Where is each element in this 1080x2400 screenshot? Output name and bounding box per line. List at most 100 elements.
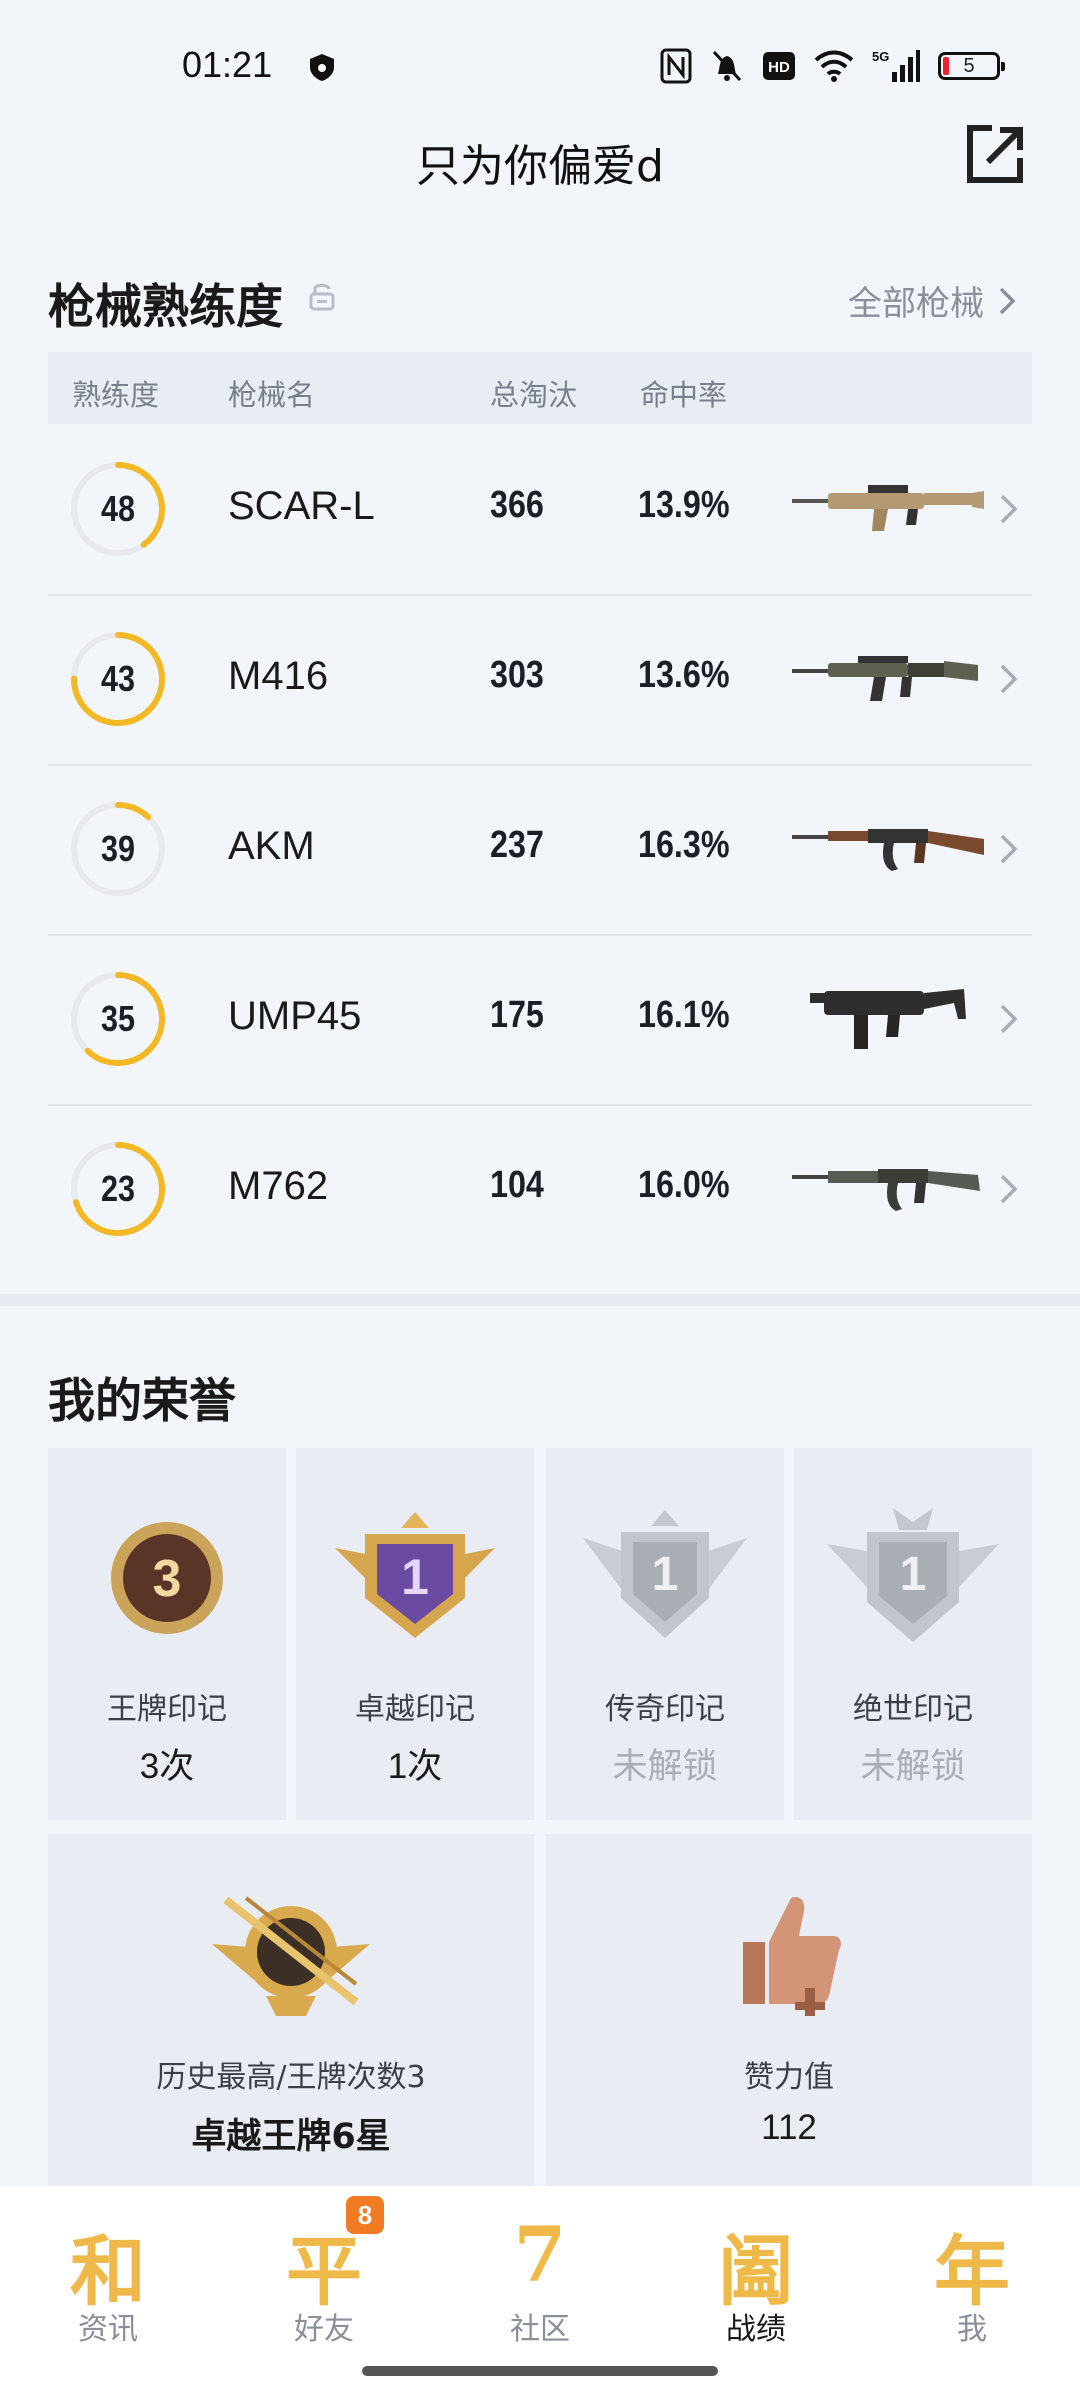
hd-icon: HD xyxy=(763,52,795,80)
honor-card-legend[interactable]: 1 传奇印记 未解锁 xyxy=(546,1448,784,1820)
tab-label: 好友 xyxy=(294,2312,354,2347)
lock-icon[interactable] xyxy=(308,280,336,312)
likes-value: 112 xyxy=(761,2108,817,2147)
share-icon[interactable] xyxy=(962,122,1028,188)
proficiency-ring: 43 xyxy=(70,631,166,727)
honor-label: 卓越印记 xyxy=(355,1692,475,1727)
scar-l-rifle-icon xyxy=(792,485,984,531)
legend-mark-icon: 1 xyxy=(583,1510,747,1638)
highest-rank-value: 卓越王牌6星 xyxy=(191,2117,391,2157)
highest-rank-icon xyxy=(212,1896,370,2016)
weapon-hit-rate: 16.0% xyxy=(638,1164,730,1206)
weapon-name: AKM xyxy=(228,824,315,868)
weapon-hit-rate: 13.9% xyxy=(638,484,730,526)
weapon-kills: 303 xyxy=(490,654,544,696)
wifi-icon xyxy=(814,50,854,82)
weapon-name: UMP45 xyxy=(228,994,362,1038)
weapon-row[interactable]: 43 M416 303 13.6% xyxy=(48,594,1032,766)
proficiency-level: 48 xyxy=(100,488,136,529)
col-hit-rate: 命中率 xyxy=(640,378,728,412)
section-divider xyxy=(0,1294,1080,1306)
proficiency-ring: 48 xyxy=(70,461,166,557)
tab-label: 社区 xyxy=(510,2312,570,2347)
mute-icon xyxy=(712,50,742,82)
honor-label: 王牌印记 xyxy=(107,1692,227,1727)
weapon-row[interactable]: 48 SCAR-L 366 13.9% xyxy=(48,424,1032,596)
col-kills: 总淘汰 xyxy=(490,378,578,412)
akm-rifle-icon xyxy=(792,829,984,871)
nfc-icon xyxy=(660,48,692,84)
honor-value: 未解锁 xyxy=(612,1747,718,1787)
all-weapons-link[interactable]: 全部枪械 xyxy=(848,276,1016,325)
thumbs-up-icon xyxy=(743,1896,841,2016)
weapon-hit-rate: 13.6% xyxy=(638,654,730,696)
tab-news[interactable]: 和 资讯 xyxy=(0,2186,216,2400)
status-bar: 01:21 HD 5G 5 xyxy=(0,0,1080,135)
proficiency-level: 39 xyxy=(100,828,136,869)
peerless-mark-number: 1 xyxy=(900,1548,927,1601)
page-title: 只为你偏爱d xyxy=(416,141,664,192)
weapon-row[interactable]: 35 UMP45 175 16.1% xyxy=(48,934,1032,1106)
honor-label: 传奇印记 xyxy=(605,1692,725,1727)
ace-mark-icon: 3 xyxy=(111,1522,223,1634)
highest-rank-label: 历史最高/王牌次数3 xyxy=(156,2060,426,2095)
proficiency-ring: 39 xyxy=(70,801,166,897)
ump45-smg-icon xyxy=(810,989,966,1049)
peerless-mark-icon: 1 xyxy=(827,1508,999,1642)
tab-label: 我 xyxy=(957,2312,987,2347)
m762-rifle-icon xyxy=(792,1169,980,1211)
proficiency-level: 43 xyxy=(100,658,136,699)
community-tab-icon: 7 xyxy=(513,2210,567,2299)
weapon-name: M416 xyxy=(228,654,329,698)
proficiency-level: 35 xyxy=(100,998,136,1039)
chevron-right-icon xyxy=(1000,1004,1018,1034)
honor-card-excellent[interactable]: 1 卓越印记 1次 xyxy=(296,1448,534,1820)
excellent-mark-number: 1 xyxy=(401,1549,429,1605)
weapon-kills: 366 xyxy=(490,484,544,526)
all-weapons-label: 全部枪械 xyxy=(848,284,984,324)
chevron-right-icon xyxy=(1000,664,1018,694)
honor-value: 1次 xyxy=(387,1747,443,1786)
honor-card-likes[interactable]: 赞力值 112 xyxy=(546,1834,1032,2186)
weapon-row[interactable]: 39 AKM 237 16.3% xyxy=(48,764,1032,936)
honor-card-highest-rank[interactable]: 历史最高/王牌次数3 卓越王牌6星 xyxy=(48,1834,534,2186)
ace-mark-number: 3 xyxy=(153,1550,182,1608)
notification-badge: 8 xyxy=(346,2196,384,2234)
shield-icon xyxy=(310,54,334,81)
m416-rifle-icon xyxy=(792,656,978,701)
excellent-mark-icon: 1 xyxy=(335,1512,495,1638)
weapon-name: M762 xyxy=(228,1164,329,1208)
proficiency-ring: 23 xyxy=(70,1141,166,1237)
status-time: 01:21 xyxy=(182,44,273,85)
col-name: 枪械名 xyxy=(228,378,316,412)
weapon-kills: 237 xyxy=(490,824,544,866)
weapon-kills: 175 xyxy=(490,994,544,1036)
honors-section-title: 我的荣誉 xyxy=(48,1374,236,1429)
weapon-row[interactable]: 23 M762 104 16.0% xyxy=(48,1104,1032,1274)
chevron-right-icon xyxy=(1000,834,1018,864)
proficiency-level: 23 xyxy=(100,1168,136,1209)
honor-card-peerless[interactable]: 1 绝世印记 未解锁 xyxy=(794,1448,1032,1820)
honor-label: 绝世印记 xyxy=(853,1692,973,1727)
battery-icon: 5 xyxy=(938,52,1005,80)
home-indicator[interactable] xyxy=(362,2366,718,2376)
honor-card-ace[interactable]: 3 王牌印记 3次 xyxy=(48,1448,286,1820)
signal-icon: 5G xyxy=(872,49,920,82)
weapons-section-title: 枪械熟练度 xyxy=(48,280,283,335)
battery-level: 5 xyxy=(963,54,975,77)
chevron-right-icon xyxy=(1000,494,1018,524)
honor-value: 未解锁 xyxy=(860,1747,966,1787)
tab-label: 战绩 xyxy=(726,2312,786,2347)
status-icons: HD 5G 5 xyxy=(660,46,1005,86)
proficiency-ring: 35 xyxy=(70,971,166,1067)
legend-mark-number: 1 xyxy=(652,1548,679,1601)
tab-me[interactable]: 年 我 xyxy=(864,2186,1080,2400)
honor-value: 3次 xyxy=(139,1747,195,1786)
weapons-table-header: 熟练度 枪械名 总淘汰 命中率 xyxy=(48,352,1032,424)
svg-text:5G: 5G xyxy=(872,49,889,64)
svg-text:HD: HD xyxy=(768,59,790,76)
weapon-hit-rate: 16.1% xyxy=(638,994,730,1036)
chevron-right-icon xyxy=(999,287,1016,314)
weapon-hit-rate: 16.3% xyxy=(638,824,730,866)
chevron-right-icon xyxy=(1000,1174,1018,1204)
